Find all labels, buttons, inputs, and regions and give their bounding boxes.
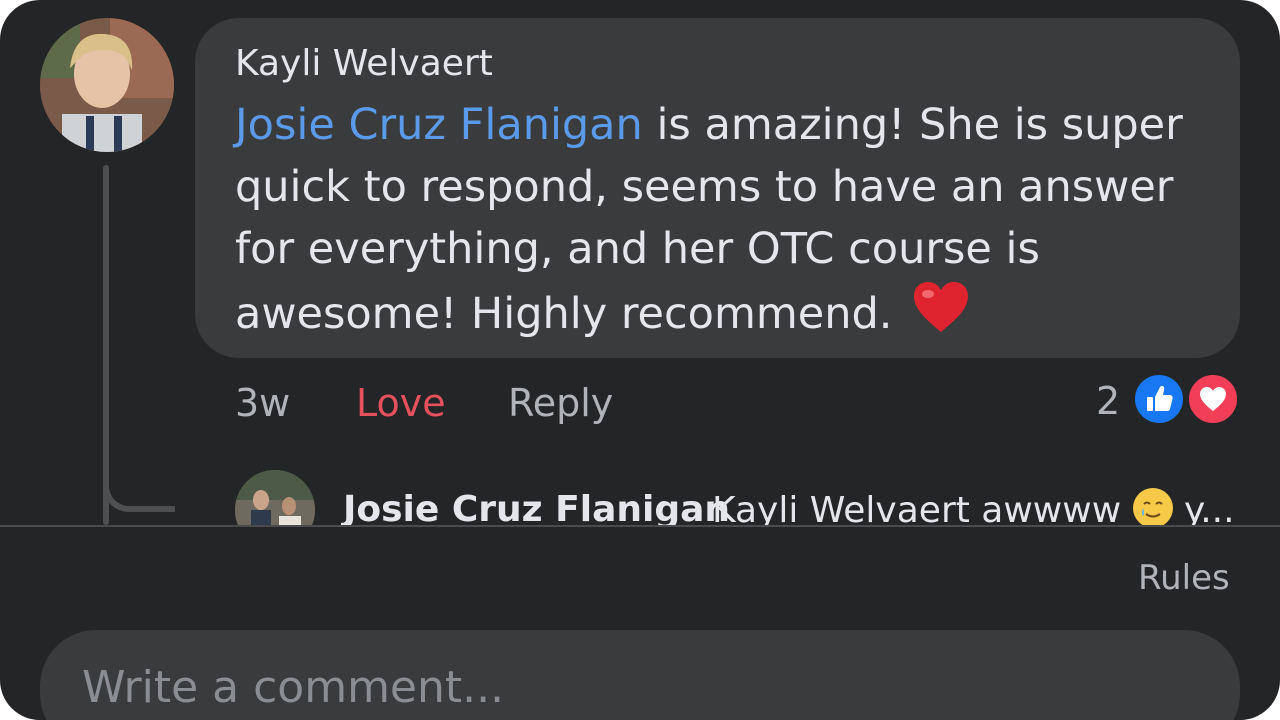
love-reaction-button[interactable]: Love	[356, 378, 446, 428]
comment-timestamp[interactable]: 3w	[235, 378, 290, 428]
reply-text-body: Kayli Welvaert awwww	[712, 490, 1133, 526]
like-reaction-icon[interactable]	[1132, 372, 1186, 426]
reply-text: Kayli Welvaert awwww y...	[712, 488, 1235, 526]
reply-preview[interactable]: Josie Cruz Flanigan Kayli Welvaert awwww…	[0, 470, 1280, 526]
rules-link[interactable]: Rules	[1138, 556, 1230, 600]
smiling-face-with-tear-emoji	[1132, 488, 1173, 526]
mention-link[interactable]: Josie Cruz Flanigan	[235, 100, 643, 150]
reply-author-name[interactable]: Josie Cruz Flanigan	[343, 488, 730, 526]
comment-bubble: Kayli Welvaert Josie Cruz Flanigan is am…	[195, 18, 1240, 358]
comment-author-name[interactable]: Kayli Welvaert	[235, 42, 493, 86]
reply-text-trailing: y...	[1172, 490, 1235, 526]
comment-input-placeholder[interactable]: Write a comment...	[82, 660, 504, 716]
red-heart-emoji	[912, 280, 970, 351]
love-reaction-icon[interactable]	[1186, 372, 1240, 426]
comment-panel: Kayli Welvaert Josie Cruz Flanigan is am…	[0, 0, 1280, 720]
section-divider	[0, 525, 1280, 527]
commenter-avatar[interactable]	[40, 18, 174, 152]
reaction-count[interactable]: 2	[1096, 376, 1120, 426]
comment-body: Josie Cruz Flanigan is amazing! She is s…	[235, 94, 1215, 351]
reply-author-avatar[interactable]	[235, 470, 315, 526]
comment-composer[interactable]: Write a comment...	[40, 630, 1240, 720]
reply-button[interactable]: Reply	[508, 378, 613, 428]
